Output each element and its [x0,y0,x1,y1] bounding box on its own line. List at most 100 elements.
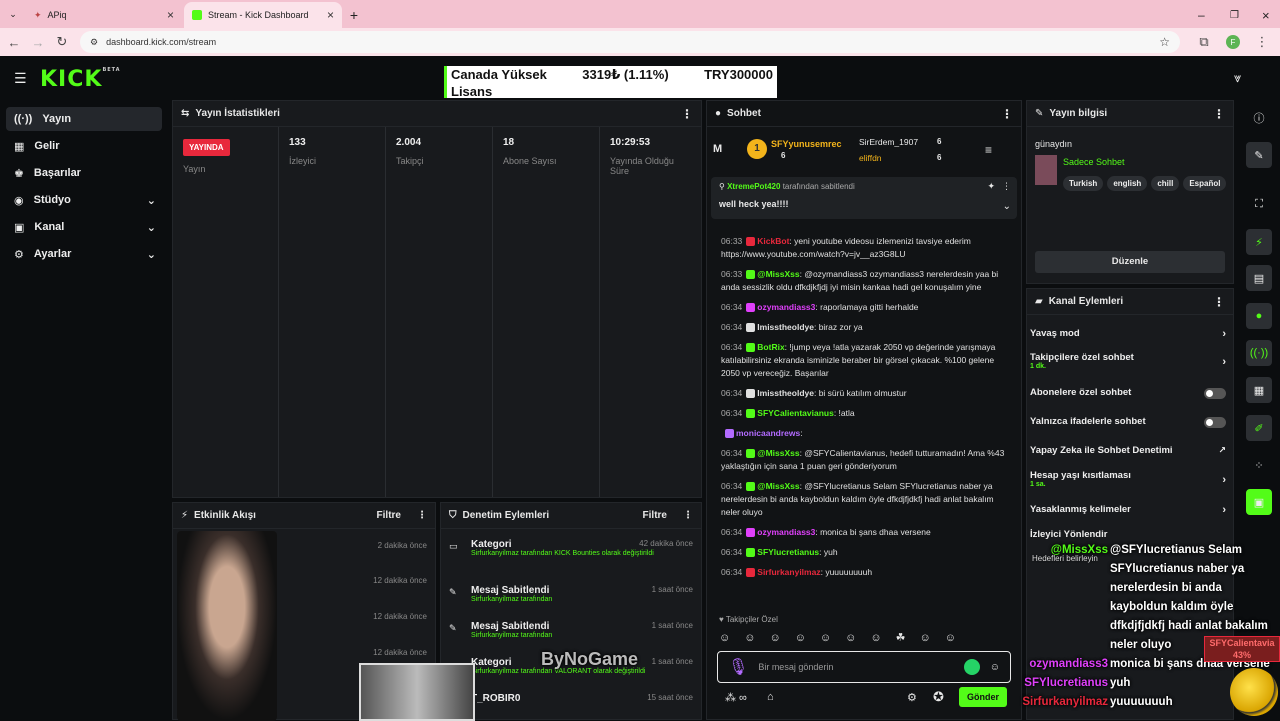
user-avatar[interactable]: ⩔ [1234,70,1250,86]
filter-button[interactable]: Filtre [643,510,667,521]
chat-message[interactable]: 06:34 SFYCalientavianus: !atla [707,407,1021,420]
chat-message[interactable]: 06:33 KickBot: yeni youtube videosu izlem… [707,235,1021,261]
gear-icon[interactable]: ⚙ [907,691,917,704]
send-button[interactable]: Gönder [959,687,1007,707]
gifter-name[interactable]: eliffdn [859,153,882,163]
filter-button[interactable]: Filtre [377,510,401,521]
option-account-age[interactable]: Hesap yaşı kısıtlaması 1 sa. › [1030,470,1230,488]
browser-tab-apiq[interactable]: ✦ APiq × [26,2,182,28]
more-options-icon[interactable]: ⋮ [417,510,427,521]
sidebar-item-studyo[interactable]: ◉ Stüdyo ⌄ [6,188,162,212]
browser-menu-icon[interactable]: ⋮ [1252,32,1272,52]
extensions-icon[interactable]: ⧉ [1194,32,1214,52]
message-username[interactable]: Imisstheoldye [757,388,814,398]
hamburger-menu-icon[interactable]: ☰ [14,70,27,87]
reload-icon[interactable]: ↻ [52,32,72,52]
layout-icon[interactable]: ▦ [1246,377,1272,403]
option-emote-only[interactable]: Yalnızca ifadelerle sohbet [1030,416,1230,428]
more-options-icon[interactable]: ⋮ [681,107,693,121]
message-username[interactable]: SFYCalientavianus [757,408,834,418]
pinned-message[interactable]: ⚲ XtremePot420 tarafından sabitlendi wel… [711,177,1017,219]
message-username[interactable]: ozymandiass3 [757,527,815,537]
sidebar-item-basarilar[interactable]: ♚ Başarılar [6,161,162,185]
message-username[interactable]: @MissXss [757,448,799,458]
filter-icon[interactable]: ≡ [985,143,992,157]
chat-message[interactable]: 06:34 SFYlucretianus: yuh [707,546,1021,559]
chat-message[interactable]: 06:34 BotRix: !jump veya !atla yazarak 20… [707,341,1021,380]
more-options-icon[interactable]: ⋮ [683,510,693,521]
forward-icon[interactable]: → [28,32,48,52]
close-tab-icon[interactable]: × [167,8,174,22]
sidebar-item-kanal[interactable]: ▣ Kanal ⌄ [6,215,162,239]
message-username[interactable]: @MissXss [757,269,799,279]
chat-tools-icon[interactable]: ⁂ ∞ [725,691,747,704]
document-icon[interactable]: ▤ [1246,265,1272,291]
message-username[interactable]: KickBot [757,236,789,246]
dots-icon[interactable]: ⁘ [1246,452,1272,478]
crop-icon[interactable]: ⛶ [1246,191,1272,217]
option-ai-moderation[interactable]: Yapay Zeka ile Sohbet Denetimi ↗ [1030,445,1230,456]
kick-logo[interactable]: KICKBETA [40,67,121,92]
site-info-icon[interactable]: ⚙ [90,37,98,48]
chat-message[interactable]: 06:34 Imisstheoldye: bi sürü katılım olmu… [707,387,1021,400]
chevron-down-icon[interactable]: ⌄ [1003,201,1011,212]
chat-message[interactable]: 06:34 Imisstheoldye: biraz zor ya [707,321,1021,334]
message-username[interactable]: Imisstheoldye [757,322,814,332]
message-username[interactable]: ozymandiass3 [757,302,815,312]
chat-message[interactable]: 06:34 Sirfurkanyilmaz: yuuuuuuuuh [707,566,1021,579]
more-options-icon[interactable]: ⋮ [1001,107,1013,121]
category-name[interactable]: Sadece Sohbet [1063,157,1125,167]
info-icon[interactable]: ⓘ [1246,105,1272,131]
message-username[interactable]: Sirfurkanyilmaz [757,567,820,577]
more-options-icon[interactable]: ⋮ [1213,295,1225,309]
mic-icon[interactable]: 🎙 [728,657,748,677]
new-tab-button[interactable]: + [344,2,364,28]
option-subscribers-only[interactable]: Abonelere özel sohbet [1030,387,1230,399]
bookmark-star-icon[interactable]: ☆ [1159,35,1170,49]
maximize-icon[interactable]: ❐ [1222,2,1247,28]
message-username[interactable]: BotRix [757,342,784,352]
gifter-name[interactable]: SirErdem_1907 [859,137,918,147]
wrench-icon[interactable]: ✐ [1246,415,1272,441]
close-window-icon[interactable]: × [1254,2,1278,28]
option-banned-words[interactable]: Yasaklanmış kelimeler › [1030,504,1230,516]
chat-message[interactable]: 06:34 ozymandiass3: raporlamaya gitti her… [707,301,1021,314]
close-tab-icon[interactable]: × [327,8,334,22]
chat-message[interactable]: 06:34 ozymandiass3: monica bi şans dhaa v… [707,526,1021,539]
emote-row[interactable]: ☺☺☺☺☺☺☺☘☺☺ [719,631,1009,647]
edit-button[interactable]: Düzenle [1035,251,1225,273]
chat-message[interactable]: 06:34 @MissXss: @SFYlucretianus Selam SFY… [707,480,1021,519]
chat-message[interactable]: 06:34 @MissXss: @SFYCalientavianus, hedef… [707,447,1021,473]
toggle-switch[interactable] [1204,388,1226,399]
option-slow-mode[interactable]: Yavaş mod › [1030,328,1230,340]
url-field[interactable]: ⚙ dashboard.kick.com/stream ☆ [80,31,1180,53]
more-options-icon[interactable]: ⋮ [1002,181,1011,192]
chat-message[interactable]: monicaandrews: [707,427,1021,440]
edit-icon[interactable]: ✎ [1246,142,1272,168]
toggle-switch[interactable] [1204,417,1226,428]
message-username[interactable]: monicaandrews [736,428,800,438]
sidebar-item-yayin[interactable]: ((·)) Yayın [6,107,162,131]
back-icon[interactable]: ← [4,32,24,52]
emoji-icon[interactable]: ☺ [990,662,1000,673]
chat-bubble-icon[interactable]: ● [1246,303,1272,329]
store-icon[interactable]: ⌂ [767,691,774,703]
unpin-icon[interactable]: ✦ [987,181,995,192]
browser-tab-kick[interactable]: Stream - Kick Dashboard × [184,2,342,28]
minimize-icon[interactable]: – [1190,2,1213,28]
chat-message[interactable]: 06:33 @MissXss: @ozymandiass3 ozymandiass… [707,268,1021,294]
profile-avatar[interactable]: F [1226,35,1240,49]
sidebar-item-gelir[interactable]: ▦ Gelir [6,134,162,158]
sidebar-item-ayarlar[interactable]: ⚙ Ayarlar ⌄ [6,242,162,266]
badge-icon[interactable]: ✪ [933,689,944,705]
more-options-icon[interactable]: ⋮ [1213,107,1225,121]
tab-list-button[interactable]: ⌄ [4,5,22,23]
broadcast-icon[interactable]: ((·)) [1246,340,1272,366]
option-followers-only[interactable]: Takipçilere özel sohbet 1 dk. › [1030,352,1230,370]
message-username[interactable]: SFYlucretianus [757,547,819,557]
top-gifter-name[interactable]: SFYyunusemrec [771,139,842,149]
message-username[interactable]: @MissXss [757,481,799,491]
whatsapp-icon[interactable] [963,659,980,675]
chat-input[interactable]: 🎙 Bir mesaj gönderin ☺ [717,651,1011,683]
app-icon[interactable]: ▣ [1246,489,1272,515]
